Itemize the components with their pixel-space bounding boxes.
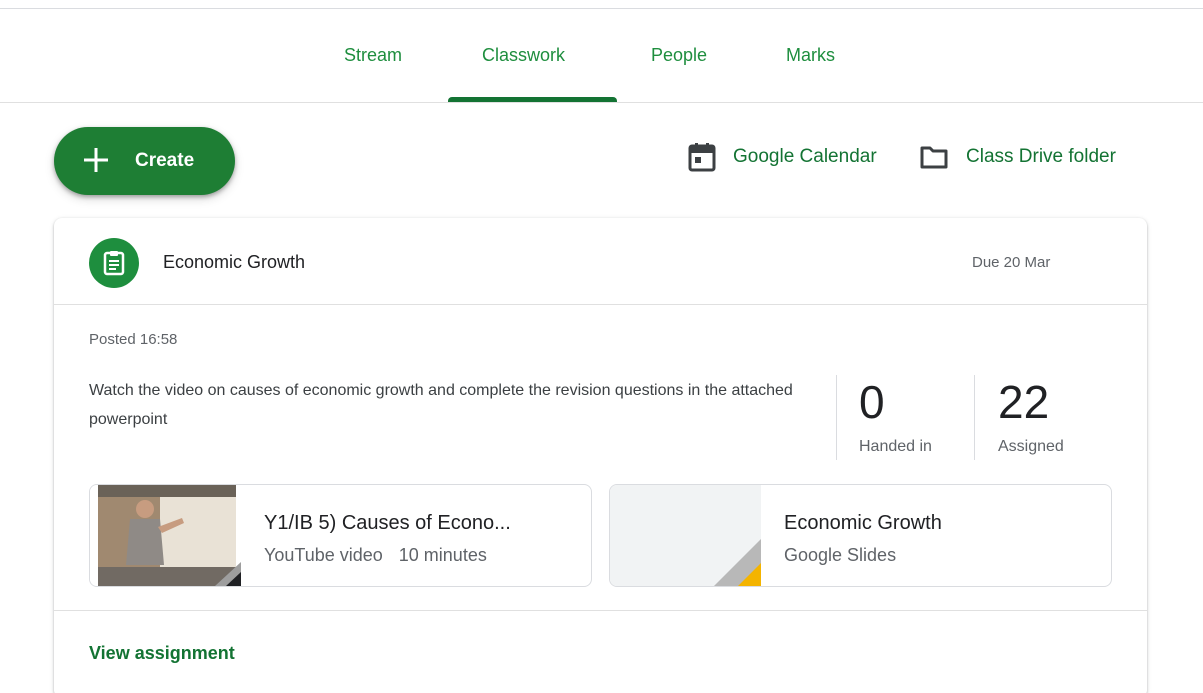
- google-calendar-label: Google Calendar: [733, 146, 877, 167]
- slides-attachment[interactable]: Economic Growth Google Slides: [609, 484, 1112, 587]
- assignment-card: Economic Growth Due 20 Mar Posted 16:58 …: [54, 218, 1147, 693]
- posted-time: Posted 16:58: [89, 331, 178, 348]
- handed-in-stat[interactable]: 0 Handed in: [836, 375, 974, 460]
- class-drive-folder-label: Class Drive folder: [966, 146, 1116, 167]
- assignment-title: Economic Growth: [163, 252, 306, 272]
- youtube-attachment-title: Y1/IB 5) Causes of Econo...: [264, 512, 511, 534]
- tab-classwork[interactable]: Classwork: [482, 45, 565, 66]
- active-tab-indicator: [448, 97, 617, 102]
- slides-attachment-title: Economic Growth: [784, 512, 942, 534]
- slides-thumbnail: [610, 485, 761, 586]
- assigned-stat[interactable]: 22 Assigned: [974, 375, 1094, 460]
- tab-people[interactable]: People: [651, 45, 707, 66]
- assigned-count: 22: [998, 376, 1050, 428]
- assignment-header[interactable]: Economic Growth Due 20 Mar: [54, 218, 1147, 305]
- plus-icon: [84, 148, 108, 172]
- handed-in-count: 0: [859, 376, 885, 428]
- calendar-icon: [688, 143, 716, 172]
- youtube-attachment-meta: YouTube video 10 minutes: [264, 545, 487, 566]
- tab-marks[interactable]: Marks: [786, 45, 835, 66]
- youtube-attachment-duration: 10 minutes: [398, 545, 487, 565]
- youtube-attachment-type: YouTube video: [264, 545, 383, 565]
- folder-icon: [920, 146, 948, 169]
- create-button[interactable]: Create: [54, 127, 235, 195]
- class-tabs: Stream Classwork People Marks: [0, 9, 1203, 103]
- view-assignment-link[interactable]: View assignment: [89, 643, 235, 664]
- assignment-icon: [89, 238, 139, 288]
- assignment-footer: View assignment: [54, 610, 1147, 693]
- youtube-attachment[interactable]: Y1/IB 5) Causes of Econo... YouTube vide…: [89, 484, 592, 587]
- assigned-label: Assigned: [998, 438, 1064, 455]
- assignment-description: Watch the video on causes of economic gr…: [89, 382, 793, 428]
- create-label: Create: [135, 150, 195, 171]
- due-date: Due 20 Mar: [972, 254, 1051, 271]
- slides-attachment-type: Google Slides: [784, 545, 897, 565]
- tab-stream[interactable]: Stream: [344, 45, 402, 66]
- google-calendar-link[interactable]: Google Calendar: [688, 140, 877, 174]
- class-drive-folder-link[interactable]: Class Drive folder: [919, 140, 1116, 174]
- youtube-thumbnail: [90, 485, 241, 586]
- handed-in-label: Handed in: [859, 438, 932, 455]
